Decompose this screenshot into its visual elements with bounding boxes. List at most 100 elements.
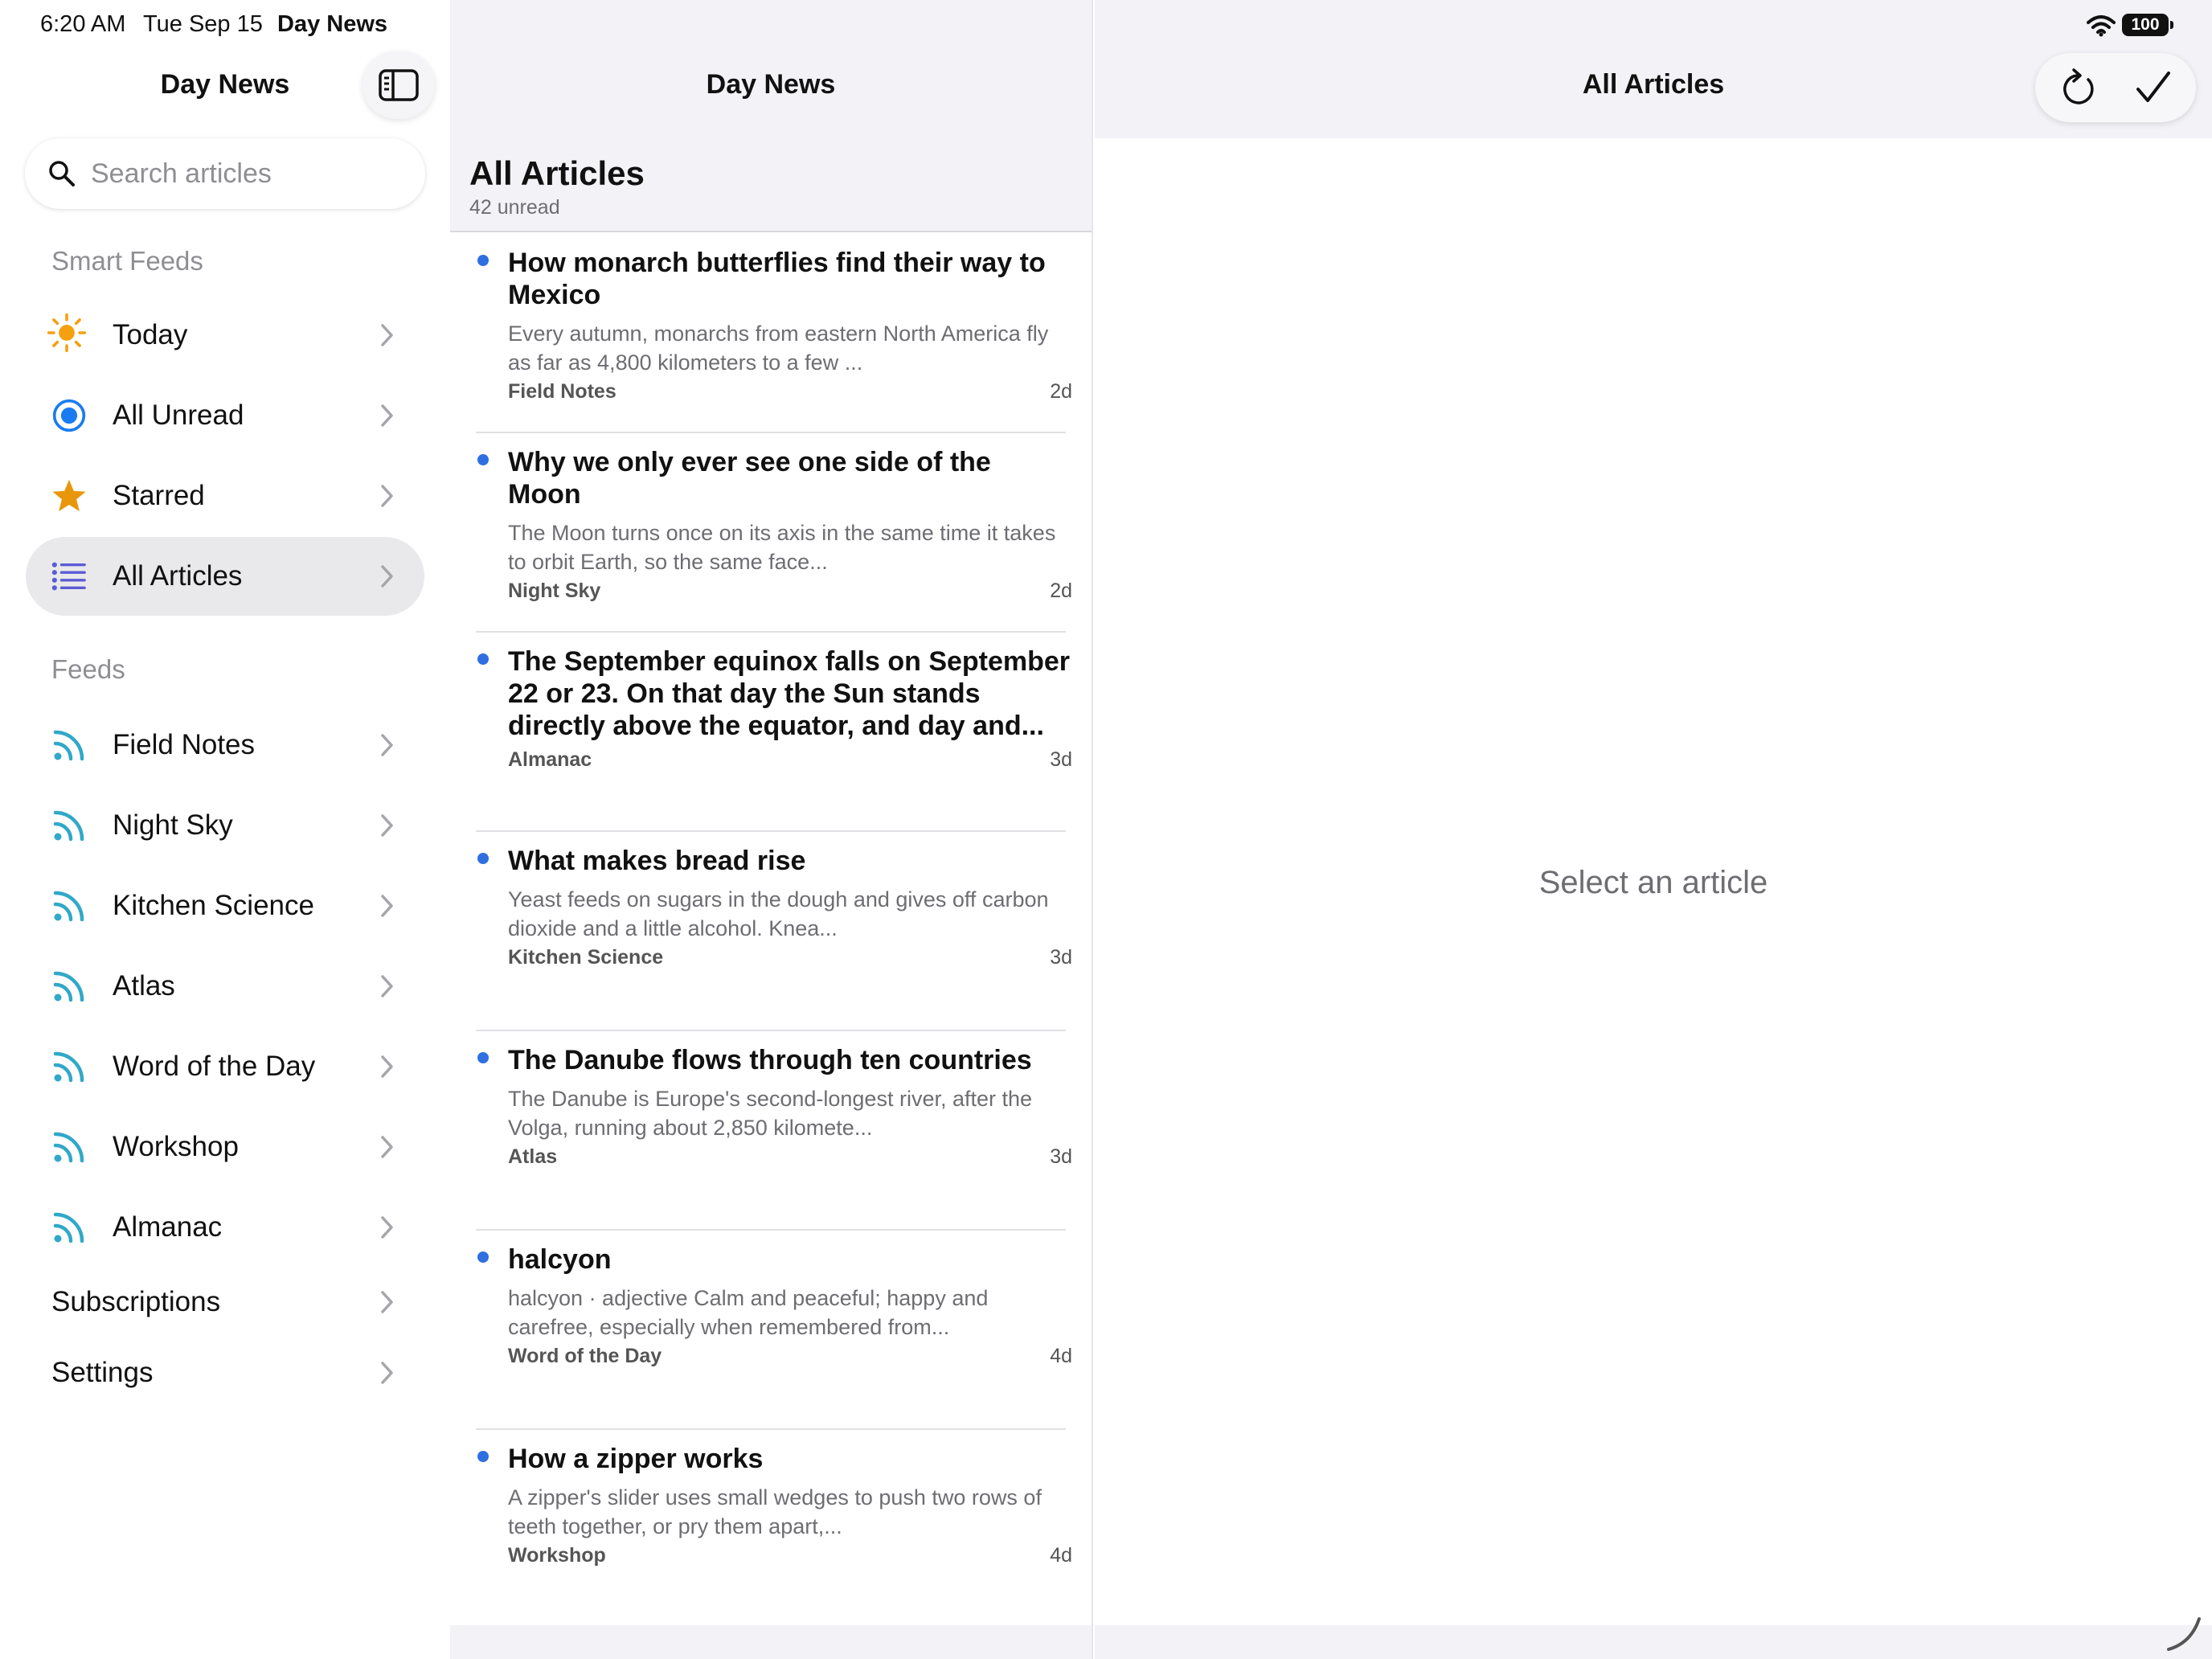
list-icon: [51, 559, 87, 594]
settings-row[interactable]: Settings: [26, 1341, 424, 1405]
article-source: Word of the Day: [508, 1345, 662, 1367]
chevron-right-icon: [381, 1216, 393, 1239]
chevron-right-icon: [381, 1291, 393, 1313]
chevron-right-icon: [381, 404, 393, 427]
settings-label: Settings: [51, 1357, 154, 1388]
empty-state-message: Select an article: [1538, 865, 1768, 900]
sidebar-item-feed[interactable]: Atlas: [26, 947, 424, 1026]
toolbar-actions: [2035, 53, 2196, 122]
search-input[interactable]: [91, 158, 396, 190]
sidebar-item-label: Almanac: [113, 1211, 223, 1243]
list-header: All Articles 42 unread: [450, 138, 1092, 232]
article-excerpt: Every autumn, monarchs from eastern Nort…: [508, 322, 1049, 375]
article-age: 3d: [1050, 748, 1072, 771]
rss-icon: [51, 1129, 87, 1165]
rss-icon: [51, 727, 87, 763]
unread-dot-icon: [477, 653, 489, 665]
article-source: Kitchen Science: [508, 946, 664, 969]
sidebar-item-label: All Unread: [113, 399, 244, 431]
subscriptions-row[interactable]: Subscriptions: [26, 1270, 424, 1334]
star-icon: [51, 478, 87, 514]
sidebar: Day News Smart Feeds: [0, 0, 450, 1659]
article-list-pane: Day News All Articles 42 unread How mona…: [450, 0, 1093, 1659]
rss-icon: [51, 1210, 87, 1245]
mark-all-read-button[interactable]: [2133, 68, 2173, 108]
sidebar-toggle-button[interactable]: [363, 51, 435, 119]
sidebar-item-label: Field Notes: [113, 729, 256, 760]
status-time: 6:20 AM: [40, 11, 126, 37]
article-excerpt: A zipper's slider uses small wedges to p…: [508, 1485, 1042, 1538]
chevron-right-icon: [381, 1136, 393, 1158]
chevron-right-icon: [381, 814, 393, 837]
smart-feeds-header: Smart Feeds: [51, 246, 203, 276]
unread-dot-icon: [477, 454, 489, 465]
unread-dot-icon: [477, 1451, 489, 1462]
search-bar[interactable]: [25, 138, 425, 209]
refresh-button[interactable]: [2058, 68, 2098, 108]
article-source: Workshop: [508, 1544, 606, 1567]
article-title: halcyon: [508, 1244, 612, 1275]
chevron-right-icon: [381, 734, 393, 756]
sidebar-item-label: Starred: [113, 480, 205, 511]
sidebar-item-label: Today: [113, 319, 188, 350]
sidebar-item-feed[interactable]: Almanac: [26, 1188, 424, 1267]
sidebar-item-label: Word of the Day: [113, 1051, 316, 1082]
sidebar-toggle-icon: [379, 69, 419, 101]
app-window: 6:20 AM Tue Sep 15 Day News 100 Day News: [0, 0, 2212, 1659]
detail-pane: All Articles Select an article: [1095, 0, 2212, 1659]
sidebar-item-feed[interactable]: Word of the Day: [26, 1027, 424, 1106]
article-row[interactable]: How monarch butterflies find their way t…: [450, 234, 1092, 433]
battery-indicator: 100: [2122, 14, 2173, 36]
article-source: Almanac: [508, 748, 592, 771]
unread-dot-icon: [477, 255, 489, 266]
list-title: All Articles: [469, 154, 645, 192]
sidebar-item-label: Workshop: [113, 1131, 239, 1162]
sidebar-item-feed[interactable]: Workshop: [26, 1108, 424, 1186]
unread-dot-icon: [477, 853, 489, 864]
sidebar-item-feed[interactable]: Night Sky: [26, 786, 424, 865]
unread-circle-icon: [51, 398, 87, 433]
article-row[interactable]: Why we only ever see one side of the Moo…: [450, 433, 1092, 633]
sidebar-item-label: Night Sky: [113, 809, 233, 841]
article-title: The Danube flows through ten countries: [508, 1045, 1032, 1075]
article-excerpt: The Moon turns once on its axis in the s…: [508, 521, 1056, 574]
sidebar-item-label: All Articles: [113, 560, 243, 592]
subscriptions-label: Subscriptions: [51, 1286, 221, 1317]
article-source: Field Notes: [508, 380, 616, 403]
sidebar-item-feed[interactable]: Kitchen Science: [26, 866, 424, 945]
sidebar-item-feed[interactable]: Field Notes: [26, 706, 424, 784]
resize-handle-icon[interactable]: [2162, 1612, 2202, 1653]
article-row[interactable]: What makes bread rise Yeast feeds on suga…: [450, 832, 1092, 1031]
article-age: 3d: [1050, 1145, 1072, 1168]
sidebar-item-all-unread[interactable]: All Unread: [26, 376, 424, 455]
search-icon: [49, 161, 75, 186]
status-date: Tue Sep 15: [143, 11, 263, 37]
rss-icon: [51, 969, 87, 1004]
chevron-right-icon: [381, 1362, 393, 1384]
article-row[interactable]: halcyon halcyon · adjective Calm and peac…: [450, 1231, 1092, 1430]
sidebar-item-label: Kitchen Science: [113, 890, 314, 921]
article-excerpt: halcyon · adjective Calm and peaceful; h…: [508, 1286, 989, 1339]
article-row[interactable]: How a zipper works A zipper's slider uses…: [450, 1430, 1092, 1629]
sidebar-item-starred[interactable]: Starred: [26, 457, 424, 535]
sidebar-item-label: Atlas: [113, 970, 175, 1002]
sidebar-item-all-articles[interactable]: All Articles: [26, 537, 424, 616]
article-title: The September equinox falls on September…: [508, 646, 1071, 741]
article-title: What makes bread rise: [508, 846, 806, 876]
sun-icon: [47, 313, 87, 353]
article-excerpt: Yeast feeds on sugars in the dough and g…: [508, 887, 1049, 940]
article-row[interactable]: The Danube flows through ten countries Th…: [450, 1031, 1092, 1231]
article-source: Night Sky: [508, 580, 601, 602]
refresh-icon: [2063, 68, 2094, 104]
checkmark-icon: [2136, 72, 2170, 102]
sidebar-item-today[interactable]: Today: [26, 296, 424, 375]
chevron-right-icon: [381, 1055, 393, 1078]
chevron-right-icon: [381, 565, 393, 588]
status-app-name: Day News: [277, 11, 388, 37]
list-bottom-bar: [450, 1625, 1092, 1659]
article-title: How a zipper works: [508, 1444, 764, 1474]
article-age: 2d: [1050, 580, 1072, 602]
unread-count: 42 unread: [469, 196, 560, 219]
unread-dot-icon: [477, 1251, 489, 1263]
article-row[interactable]: The September equinox falls on September…: [450, 633, 1092, 832]
